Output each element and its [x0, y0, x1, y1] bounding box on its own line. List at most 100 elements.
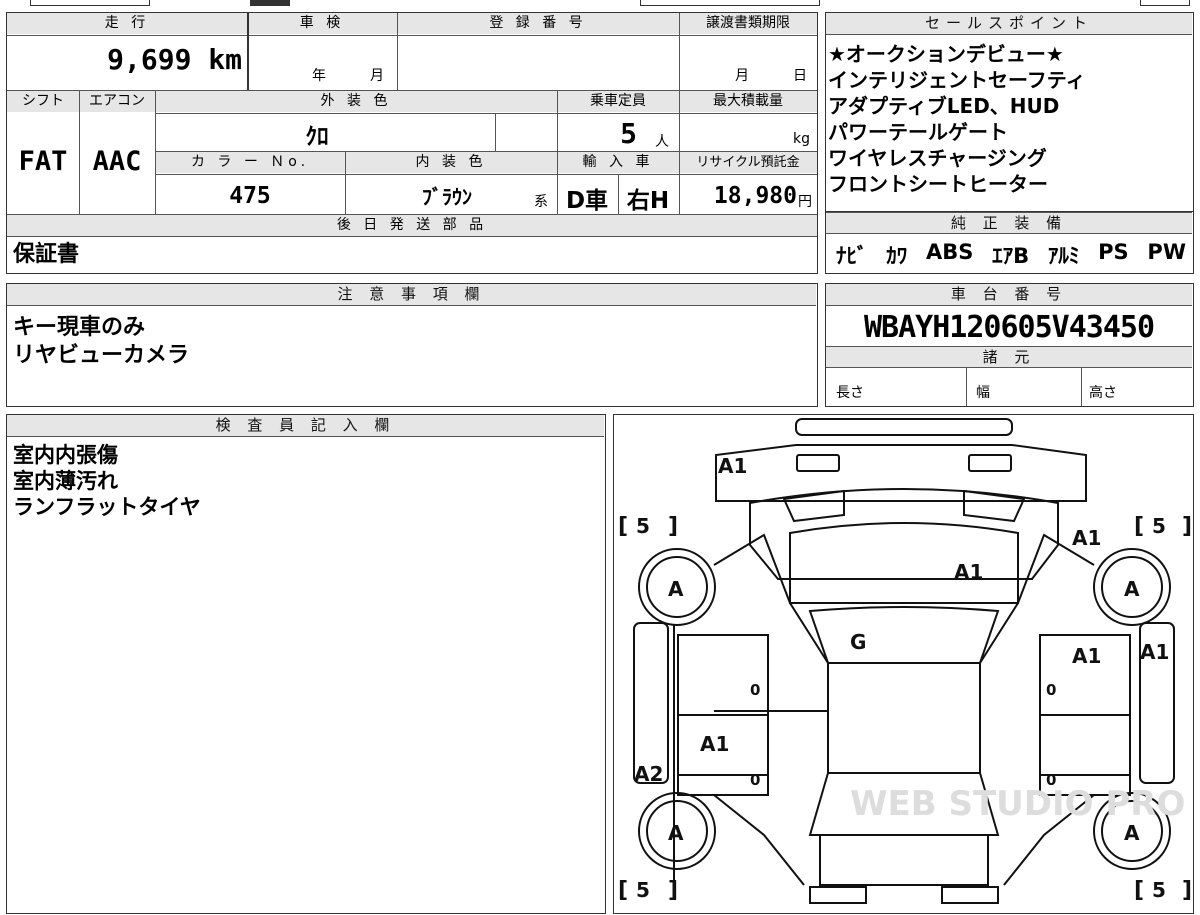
- registration-label: 登 録 番 号: [397, 13, 679, 34]
- svg-text:[: [: [1134, 514, 1144, 539]
- car-damage-diagram: [] [] [] [] A1 A1 G A1 A1 A1 A1 A2 A A A A 5 5 5 5 0 0 0 0 …: [613, 414, 1194, 914]
- svg-text:[: [: [618, 514, 628, 539]
- notes-label: 注 意 事 項 欄: [7, 284, 816, 306]
- mark-left-sill: A2: [634, 762, 663, 786]
- shaken-year: 年: [312, 68, 326, 84]
- inspector-line: 室内薄汚れ: [13, 469, 118, 493]
- genuine-equipment-label: 純 正 装 備: [826, 212, 1192, 234]
- deadline-month: 月: [735, 68, 749, 84]
- chassis-label: 車 台 番 号: [826, 284, 1192, 306]
- sales-points-label: セールスポイント: [826, 13, 1192, 35]
- interior-color-label: 内 装 色: [345, 152, 557, 173]
- sales-points-list: ★オークションデビュー★ インテリジェントセーフティ アダプティブLED、HUD…: [828, 41, 1190, 197]
- vehicle-info-box: 走 行 車 検 登 録 番 号 譲渡書類期限 9,699 km 年 月 月 日 …: [6, 12, 818, 274]
- sales-point-item: フロントシートヒーター: [828, 172, 1048, 196]
- shaken-month: 月: [370, 68, 384, 84]
- handle-value: 右H: [626, 188, 670, 214]
- aircon-label: エアコン: [79, 91, 155, 112]
- height-label: 高さ: [1089, 385, 1117, 401]
- mileage-value: 9,699 km: [107, 43, 242, 76]
- import-value: D車: [565, 188, 609, 214]
- mark-tread-rf: 5: [1152, 514, 1166, 538]
- max-load-label: 最大積載量: [679, 91, 817, 112]
- mark-zero: 0: [750, 771, 760, 789]
- mark-tire-lf: A: [668, 577, 684, 601]
- mark-tread-rr: 5: [1152, 878, 1166, 902]
- mark-zero: 0: [1046, 681, 1056, 699]
- svg-text:]: ]: [1182, 514, 1192, 539]
- mark-tire-rf: A: [1124, 577, 1140, 601]
- roof-shape: [827, 662, 981, 774]
- watermark: WEB STUDIO PRO: [850, 784, 1185, 824]
- exterior-color-label: 外 装 色: [155, 91, 557, 112]
- specs-label: 諸 元: [826, 346, 1192, 368]
- inspector-label: 検 査 員 記 入 欄: [7, 415, 604, 437]
- transfer-deadline-label: 譲渡書類期限: [679, 13, 817, 34]
- deadline-day: 日: [793, 68, 807, 84]
- equipment-item: ABS: [926, 240, 974, 264]
- recycle-value: 18,980: [713, 183, 797, 209]
- sales-points-box: セールスポイント ★オークションデビュー★ インテリジェントセーフティ アダプテ…: [825, 12, 1194, 212]
- later-parts-value: 保証書: [13, 242, 80, 267]
- inspector-line: ランフラットタイヤ: [13, 495, 201, 519]
- color-no-value: 475: [229, 183, 271, 209]
- svg-text:[: [: [618, 878, 628, 903]
- sales-point-item: ワイヤレスチャージング: [828, 146, 1047, 170]
- equipment-item: ﾅﾋﾞ: [836, 244, 868, 268]
- equipment-item: ｴｱB: [992, 244, 1030, 268]
- equipment-item: ｱﾙﾐ: [1047, 244, 1080, 268]
- load-unit: kg: [793, 131, 810, 147]
- mark-tread-lr: 5: [636, 878, 650, 902]
- car-diagram-svg: [] [] [] [] A1A1GA1A1 A1A1A2A AA A5 55 50 00 0 …: [618, 418, 1192, 904]
- svg-text:]: ]: [668, 878, 678, 903]
- mileage-label: 走 行: [7, 13, 247, 34]
- mark-right-front-door: A1: [1072, 644, 1101, 668]
- notes-box: 注 意 事 項 欄 キー現車のみ リヤビューカメラ: [6, 283, 818, 407]
- chassis-box: 車 台 番 号 WBAYH120605V43450 諸 元 長さ 幅 高さ: [825, 283, 1194, 407]
- equipment-item: PW: [1147, 240, 1186, 264]
- front-bumper-shape: [795, 418, 1013, 436]
- notes-line: キー現車のみ: [13, 315, 146, 340]
- recycle-label: リサイクル預託金: [679, 152, 817, 173]
- top-cut-strip: [0, 0, 1200, 8]
- svg-text:]: ]: [668, 514, 678, 539]
- headlight-left: [796, 454, 840, 472]
- sales-point-item: アダプティブLED、HUD: [828, 94, 1060, 118]
- mark-tread-lf: 5: [636, 514, 650, 538]
- length-label: 長さ: [836, 385, 864, 401]
- color-no-label: カ ラ ー Ｎo.: [155, 152, 345, 173]
- mark-right-front-fender: A1: [1072, 526, 1101, 550]
- windshield-shape: [789, 522, 1019, 604]
- import-label: 輸 入 車: [557, 152, 679, 173]
- left-sill: [633, 622, 669, 784]
- interior-suffix: 系: [534, 194, 548, 210]
- mark-tire-lr: A: [668, 821, 684, 845]
- notes-line: リヤビューカメラ: [13, 343, 190, 368]
- sales-point-item: インテリジェントセーフティ: [828, 68, 1086, 92]
- front-grille-shape: [715, 444, 1087, 502]
- roof-front-shape: [808, 606, 1000, 664]
- mark-roof: G: [850, 630, 866, 654]
- inspector-box: 検 査 員 記 入 欄 室内内張傷 室内薄汚れ ランフラットタイヤ: [6, 414, 606, 914]
- genuine-equipment-box: 純 正 装 備 ﾅﾋﾞ ｶﾜ ABS ｴｱB ｱﾙﾐ PS PW: [825, 212, 1194, 274]
- genuine-equipment-list: ﾅﾋﾞ ｶﾜ ABS ｴｱB ｱﾙﾐ PS PW: [836, 240, 1186, 270]
- capacity-label: 乗車定員: [557, 91, 679, 112]
- sales-point-item: ★オークションデビュー★: [828, 42, 1064, 66]
- headlight-right: [968, 454, 1012, 472]
- equipment-item: PS: [1098, 240, 1129, 264]
- mark-tire-rr: A: [1124, 821, 1140, 845]
- exterior-color-value: ｸﾛ: [305, 124, 329, 150]
- interior-color-value: ﾌﾞﾗｳﾝ: [422, 185, 472, 209]
- mark-right-sill: A1: [1140, 640, 1169, 664]
- mark-left-rear-door: A1: [700, 732, 729, 756]
- mark-windshield: A1: [954, 560, 983, 584]
- capacity-value: 5: [620, 117, 637, 150]
- later-parts-label: 後 日 発 送 部 品: [7, 215, 817, 236]
- aircon-value: AAC: [92, 146, 142, 177]
- chassis-number: WBAYH120605V43450: [863, 310, 1155, 345]
- hood-shape: [749, 488, 1059, 580]
- recycle-unit: 円: [798, 194, 812, 210]
- shaken-label: 車 検: [247, 13, 397, 34]
- capacity-unit: 人: [655, 134, 669, 150]
- width-label: 幅: [976, 385, 990, 401]
